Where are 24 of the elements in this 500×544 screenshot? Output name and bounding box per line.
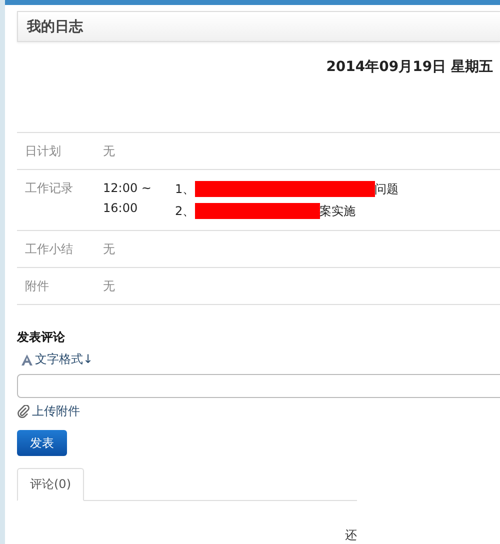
field-label: 工作小结 (25, 242, 74, 256)
field-label: 工作记录 (25, 181, 74, 197)
comment-input[interactable] (17, 374, 500, 398)
text-format-link[interactable]: 文字格式↓ (35, 351, 94, 368)
time-text: 12:00 ~ (103, 181, 152, 195)
log-text: 案实施 (320, 204, 356, 218)
paperclip-icon (17, 405, 30, 418)
field-label: 附件 (25, 279, 50, 293)
upload-attachment-link[interactable]: 上传附件 (32, 403, 80, 420)
footer-text: 还 (345, 527, 357, 544)
time-text: 16:00 (103, 201, 139, 215)
log-text: 问题 (374, 182, 399, 196)
log-text: 2、 (175, 204, 195, 218)
log-date: 2014年09月19日 星期五 (326, 58, 493, 77)
field-value: 无 (103, 242, 115, 256)
font-icon (21, 354, 33, 366)
field-value: 无 (103, 144, 115, 158)
panel-title: 我的日志 (27, 18, 83, 36)
log-text: 1、 (175, 182, 195, 196)
field-label: 日计划 (25, 144, 62, 158)
field-value: 无 (103, 279, 115, 293)
submit-button[interactable]: 发表 (17, 430, 67, 456)
comment-heading: 发表评论 (17, 329, 65, 346)
comments-tab[interactable]: 评论(0) (17, 468, 84, 501)
